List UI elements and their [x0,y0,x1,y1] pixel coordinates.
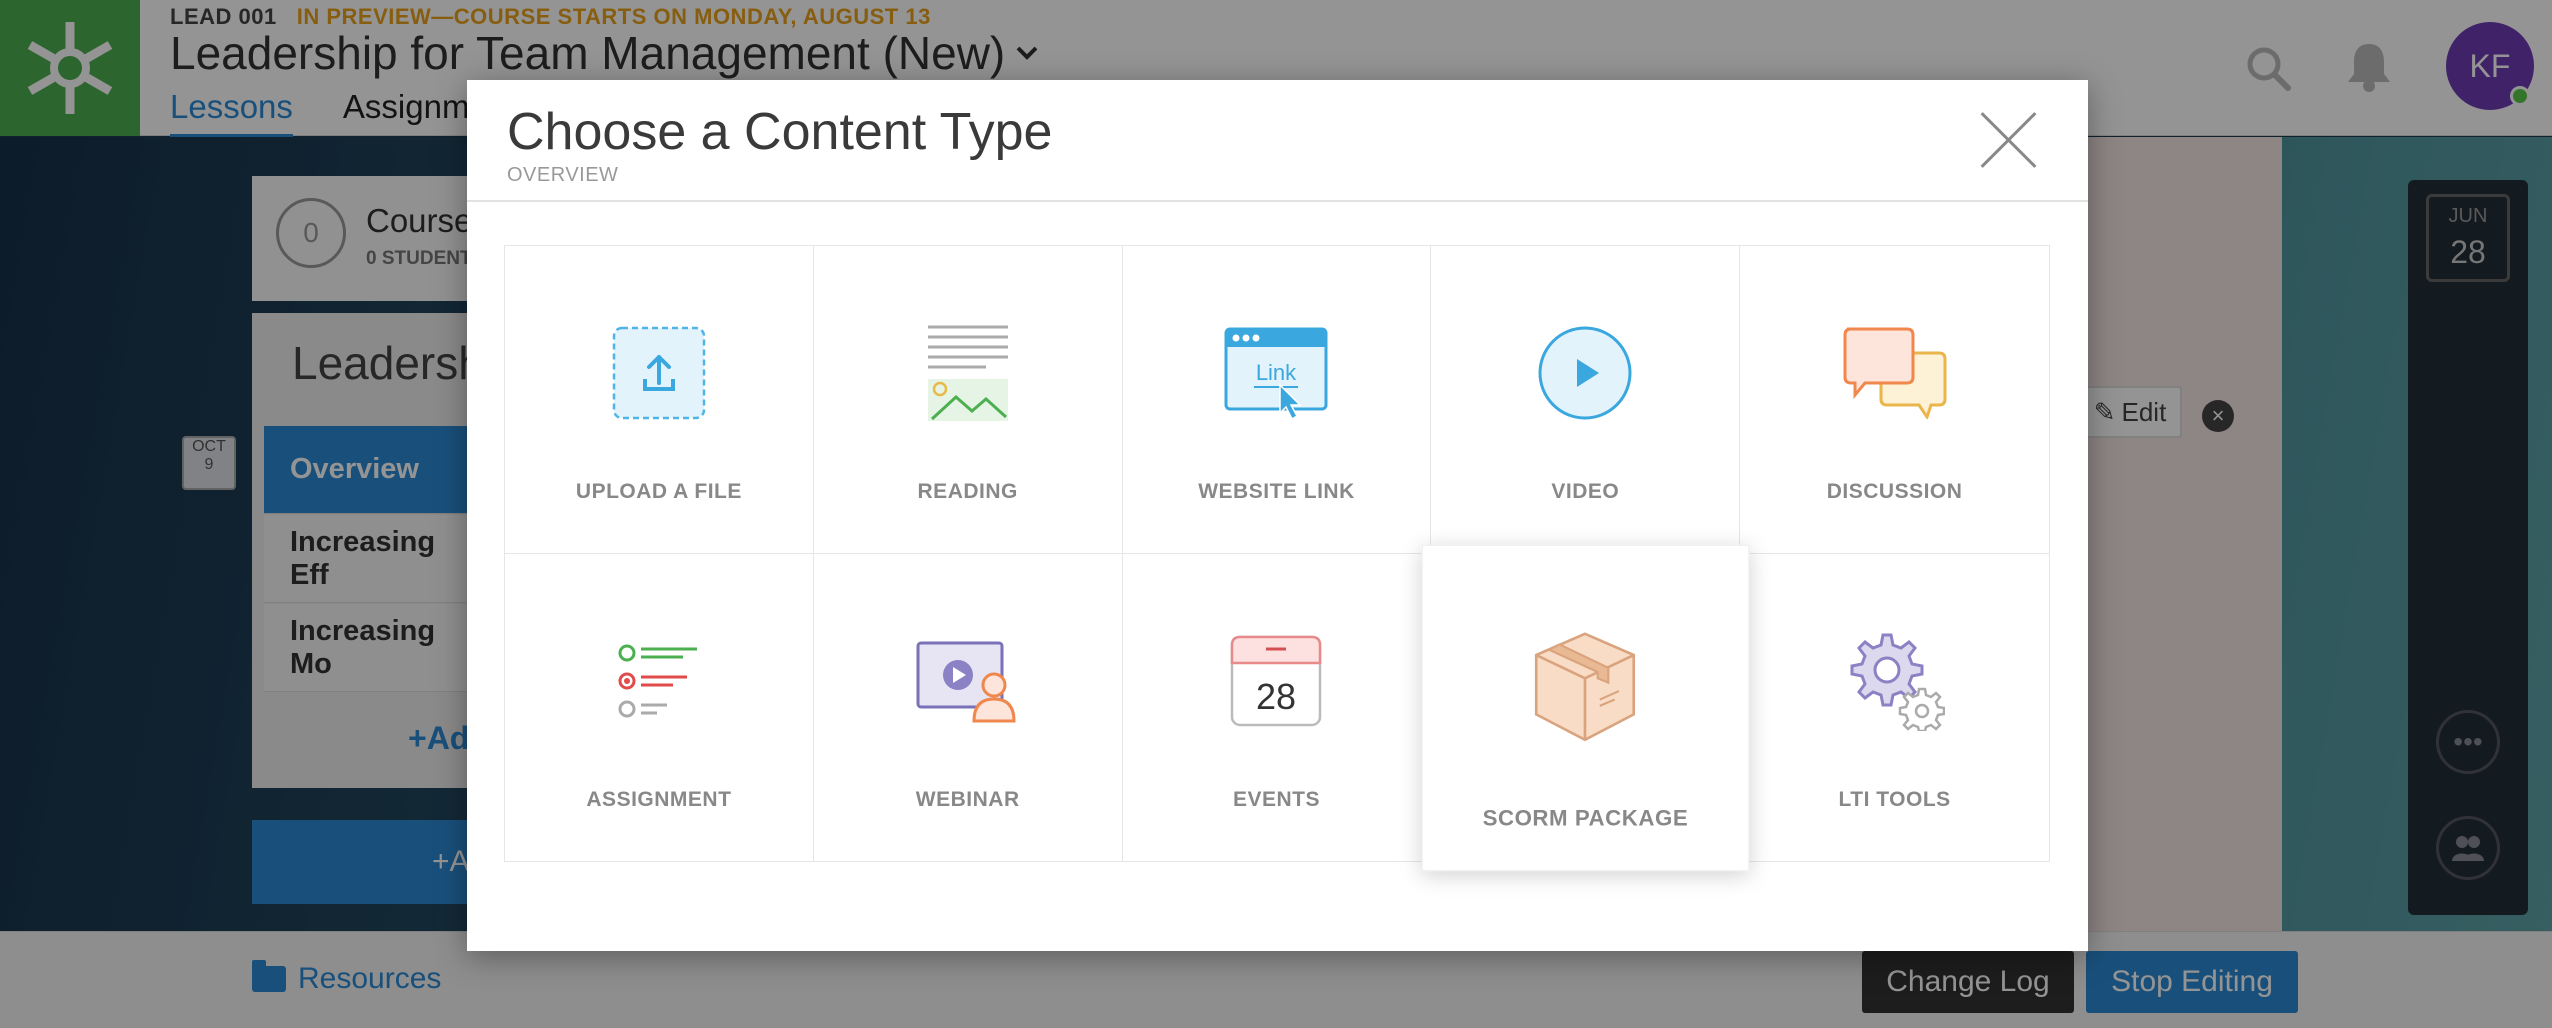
modal-title: Choose a Content Type [507,103,1053,161]
tile-label: LTI TOOLS [1838,787,1951,811]
tile-label: DISCUSSION [1826,480,1963,503]
discussion-icon [1840,318,1950,428]
gears-icon [1840,626,1950,736]
package-box-icon [1527,628,1644,745]
tile-label: READING [917,480,1018,503]
assignment-icon [604,626,714,736]
upload-icon [604,318,714,428]
content-type-events[interactable]: 28 EVENTS [1122,553,1432,861]
svg-text:28: 28 [1256,676,1296,717]
content-type-assignment[interactable]: ASSIGNMENT [505,553,814,861]
tile-label: WEBSITE LINK [1198,480,1355,503]
content-type-video[interactable]: VIDEO [1431,246,1741,554]
video-play-icon [1530,318,1640,428]
calendar-icon: 28 [1221,626,1331,736]
content-type-lti-tools[interactable]: LTI TOOLS [1740,553,2049,861]
svg-text:Link: Link [1256,360,1297,385]
webinar-icon [913,626,1023,736]
content-type-upload-file[interactable]: UPLOAD A FILE [505,246,814,554]
reading-icon [913,318,1023,428]
content-type-grid: UPLOAD A FILE READING Link WEBSITE LINK … [504,245,2050,871]
tile-label: UPLOAD A FILE [575,480,742,503]
tile-label: EVENTS [1232,787,1320,811]
content-type-modal: Choose a Content Type OVERVIEW UPLOAD A … [467,80,2088,951]
content-type-scorm-package[interactable]: SCORM PACKAGE [1422,544,1750,871]
tile-label: WEBINAR [915,787,1020,811]
content-type-discussion[interactable]: DISCUSSION [1740,246,2049,554]
content-type-reading[interactable]: READING [813,246,1123,554]
tile-label: SCORM PACKAGE [1482,806,1689,831]
content-type-website-link[interactable]: Link WEBSITE LINK [1122,246,1432,554]
tile-label: ASSIGNMENT [586,787,732,811]
modal-header: Choose a Content Type OVERVIEW [467,80,2088,202]
website-link-icon: Link [1221,318,1331,428]
tile-label: VIDEO [1551,480,1620,503]
content-type-webinar[interactable]: WEBINAR [813,553,1123,861]
modal-subtitle: OVERVIEW [507,164,619,186]
close-icon[interactable] [1977,108,2041,172]
